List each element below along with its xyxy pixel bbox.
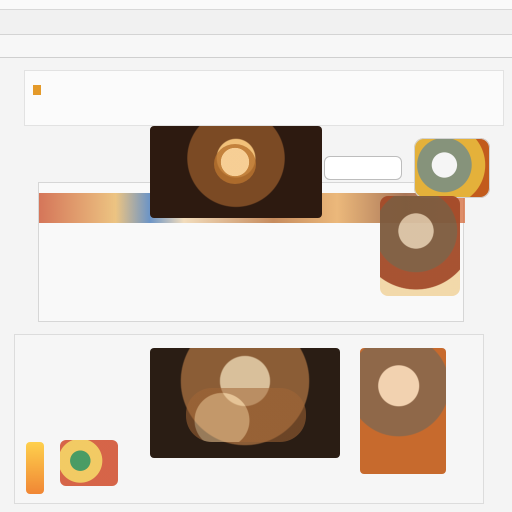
- small-thumbnail[interactable]: [60, 440, 118, 486]
- bottom-thumbnail-side[interactable]: [360, 348, 446, 474]
- left-sidebar: [0, 124, 44, 172]
- logo-mark-icon: [33, 85, 41, 95]
- site-header: [24, 70, 504, 126]
- bottom-thumbnail-main[interactable]: [150, 348, 340, 458]
- browser-top-strip: [0, 0, 512, 10]
- right-side-image[interactable]: [380, 196, 460, 296]
- browser-toolbar: [0, 34, 512, 58]
- site-logo[interactable]: [33, 85, 133, 103]
- small-banner[interactable]: [26, 442, 44, 494]
- avatar[interactable]: [414, 138, 490, 198]
- featured-pill-button[interactable]: [324, 156, 402, 180]
- hero-image[interactable]: [150, 126, 322, 218]
